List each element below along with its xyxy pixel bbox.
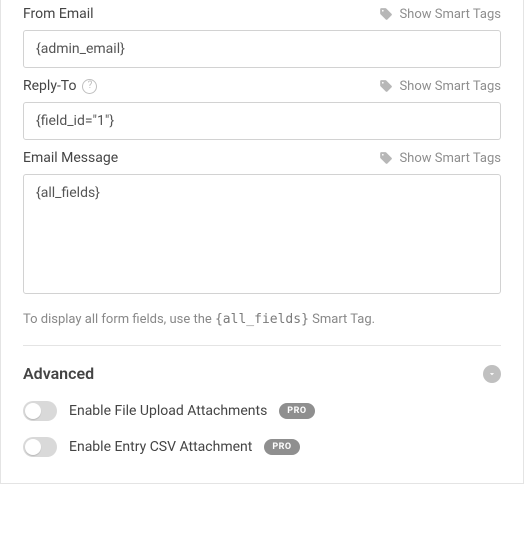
field-header: Email Message Show Smart Tags — [23, 150, 501, 166]
field-header: Reply-To ? Show Smart Tags — [23, 78, 501, 94]
hint-tag: {all_fields} — [215, 312, 309, 327]
entry-csv-label: Enable Entry CSV Attachment — [69, 439, 252, 455]
label-wrap: Email Message — [23, 150, 118, 166]
label-wrap: From Email — [23, 6, 94, 22]
show-smart-tags-reply-to[interactable]: Show Smart Tags — [379, 79, 501, 94]
smart-tags-label: Show Smart Tags — [399, 151, 501, 166]
email-message-textarea[interactable] — [23, 174, 501, 294]
email-message-label: Email Message — [23, 150, 118, 166]
reply-to-input[interactable] — [23, 102, 501, 140]
hint-post: Smart Tag. — [309, 312, 375, 327]
reply-to-label: Reply-To — [23, 78, 76, 94]
smart-tags-label: Show Smart Tags — [399, 79, 501, 94]
advanced-section-header: Advanced — [23, 364, 501, 383]
pro-badge: PRO — [264, 439, 299, 455]
label-wrap: Reply-To ? — [23, 78, 97, 94]
fields-hint: To display all form fields, use the {all… — [23, 312, 501, 327]
hint-pre: To display all form fields, use the — [23, 312, 215, 327]
entry-csv-toggle[interactable] — [23, 437, 57, 457]
file-upload-label: Enable File Upload Attachments — [69, 403, 267, 419]
from-email-field: From Email Show Smart Tags — [23, 6, 501, 68]
advanced-title: Advanced — [23, 364, 94, 383]
entry-csv-attachment-row: Enable Entry CSV Attachment PRO — [23, 437, 501, 457]
tag-icon — [379, 7, 393, 21]
file-upload-toggle[interactable] — [23, 401, 57, 421]
show-smart-tags-from-email[interactable]: Show Smart Tags — [379, 7, 501, 22]
field-header: From Email Show Smart Tags — [23, 6, 501, 22]
smart-tags-label: Show Smart Tags — [399, 7, 501, 22]
tag-icon — [379, 79, 393, 93]
notification-settings-panel: From Email Show Smart Tags Reply-To ? Sh… — [0, 0, 524, 484]
chevron-down-icon[interactable] — [483, 365, 501, 383]
tag-icon — [379, 151, 393, 165]
file-upload-attachments-row: Enable File Upload Attachments PRO — [23, 401, 501, 421]
from-email-input[interactable] — [23, 30, 501, 68]
pro-badge: PRO — [279, 403, 314, 419]
section-divider — [23, 345, 501, 346]
reply-to-field: Reply-To ? Show Smart Tags — [23, 78, 501, 140]
from-email-label: From Email — [23, 6, 94, 22]
email-message-field: Email Message Show Smart Tags — [23, 150, 501, 298]
help-icon[interactable]: ? — [82, 79, 97, 94]
show-smart-tags-message[interactable]: Show Smart Tags — [379, 151, 501, 166]
